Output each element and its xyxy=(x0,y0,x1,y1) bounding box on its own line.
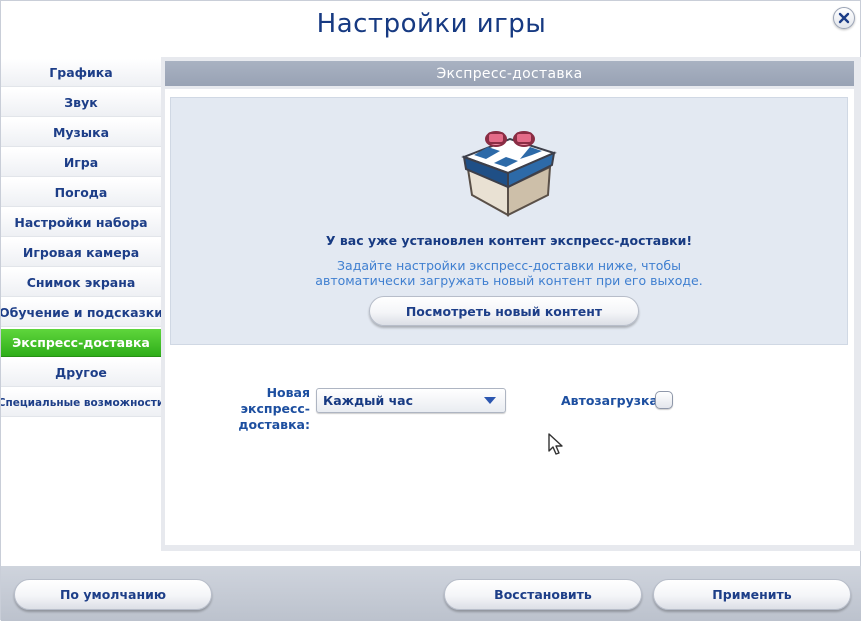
sidebar-item-music[interactable]: Музыка xyxy=(1,119,161,147)
sidebar-item-screenshot[interactable]: Снимок экрана xyxy=(1,269,161,297)
mouse-cursor-icon xyxy=(548,433,563,455)
sidebar-item-accessibility[interactable]: Специальные возможности xyxy=(1,389,161,417)
sidebar-item-camera[interactable]: Игровая камера xyxy=(1,239,161,267)
restore-button[interactable]: Восстановить xyxy=(444,579,642,610)
settings-sidebar: Графика Звук Музыка Игра Погода Настройк… xyxy=(1,59,161,419)
default-button[interactable]: По умолчанию xyxy=(14,579,212,610)
dropdown-arrow-icon xyxy=(484,397,496,404)
autodownload-label: Автозагрузка xyxy=(561,393,658,408)
sidebar-item-weather[interactable]: Погода xyxy=(1,179,161,207)
sidebar-item-tutorial[interactable]: Обучение и подсказки xyxy=(1,299,161,327)
section-header: Экспресс-доставка xyxy=(165,61,854,86)
info-text: Задайте настройки экспресс-доставки ниже… xyxy=(315,258,703,288)
sidebar-item-other[interactable]: Другое xyxy=(1,359,161,387)
view-new-content-button[interactable]: Посмотреть новый контент xyxy=(369,296,639,326)
new-delivery-select[interactable]: Каждый час xyxy=(316,388,506,413)
sidebar-item-express-delivery[interactable]: Экспресс-доставка xyxy=(1,329,161,357)
sidebar-item-pack-settings[interactable]: Настройки набора xyxy=(1,209,161,237)
sidebar-item-sound[interactable]: Звук xyxy=(1,89,161,117)
window-title: Настройки игры xyxy=(316,9,547,39)
close-button[interactable] xyxy=(833,7,855,29)
sidebar-item-game[interactable]: Игра xyxy=(1,149,161,177)
close-icon xyxy=(838,12,850,24)
info-heading: У вас уже установлен контент экспресс-до… xyxy=(325,233,693,248)
autodownload-checkbox[interactable] xyxy=(655,391,673,409)
settings-window: Настройки игры Графика Звук Музыка Игра … xyxy=(0,0,861,621)
new-delivery-value: Каждый час xyxy=(323,393,414,408)
new-delivery-label: Новая экспресс-доставка: xyxy=(238,385,310,432)
apply-button[interactable]: Применить xyxy=(653,579,851,610)
gift-box-icon xyxy=(461,131,557,217)
sidebar-item-graphics[interactable]: Графика xyxy=(1,59,161,87)
